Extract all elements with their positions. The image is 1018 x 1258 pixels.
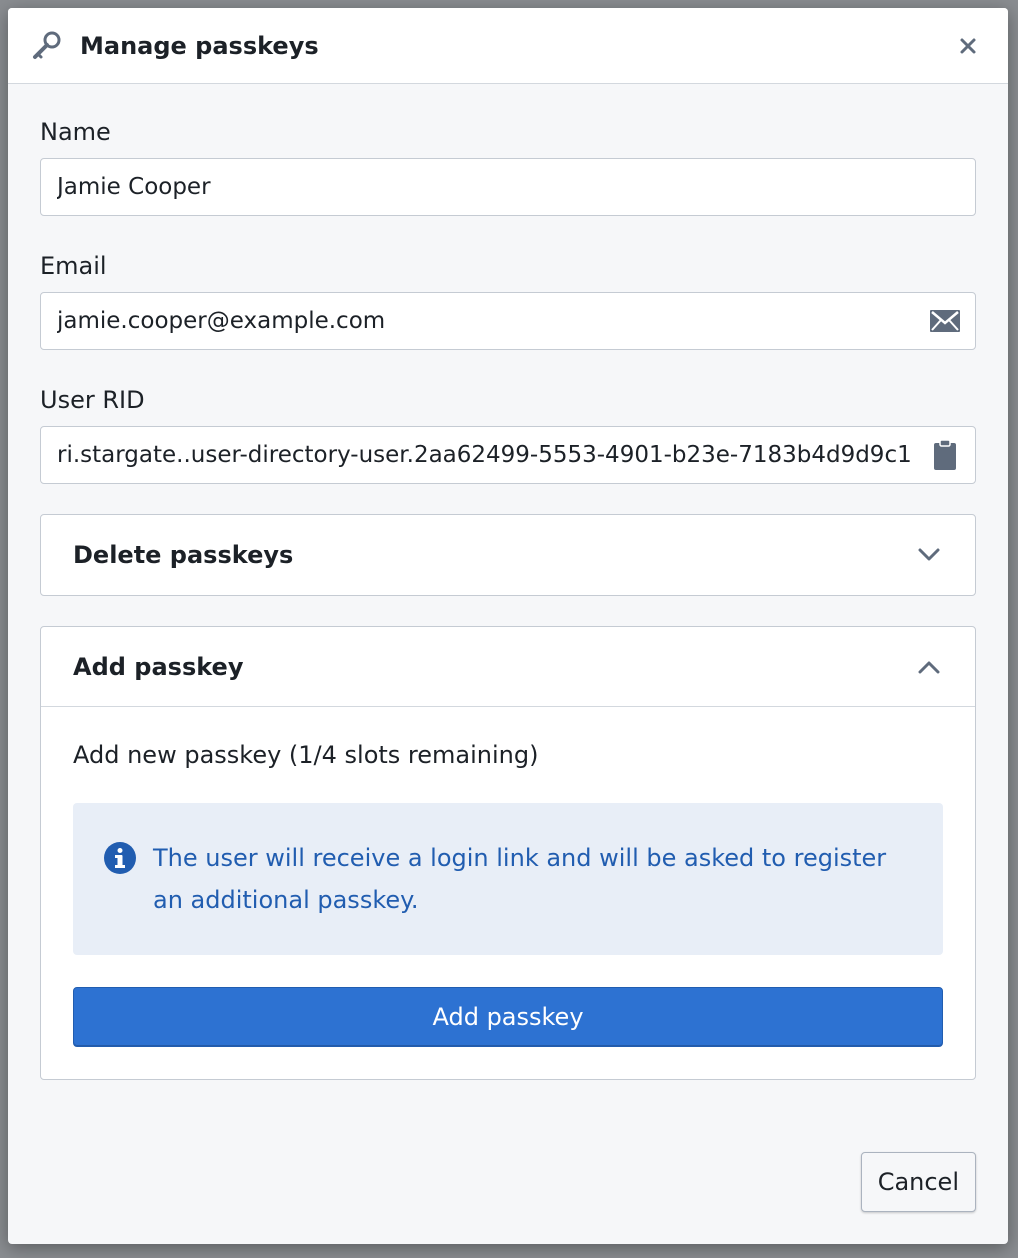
add-passkey-button[interactable]: Add passkey (73, 987, 943, 1047)
name-input[interactable] (41, 159, 975, 215)
close-icon (960, 38, 976, 53)
info-callout: The user will receive a login link and w… (73, 803, 943, 955)
delete-passkeys-title: Delete passkeys (73, 541, 294, 569)
clipboard-icon[interactable] (929, 439, 961, 471)
dialog-body: Name Email User RID (8, 118, 1008, 1080)
dialog-footer: Cancel (860, 1152, 976, 1212)
delete-passkeys-section: Delete passkeys (40, 514, 976, 596)
name-field-wrapper (40, 158, 976, 216)
delete-passkeys-header[interactable]: Delete passkeys (41, 515, 975, 595)
dialog-header: Manage passkeys (8, 8, 1008, 84)
key-icon (30, 29, 64, 63)
user-rid-field-wrapper (40, 426, 976, 484)
cancel-button[interactable]: Cancel (860, 1152, 976, 1212)
chevron-up-icon (915, 653, 943, 681)
name-label: Name (40, 118, 111, 146)
add-passkey-header[interactable]: Add passkey (41, 627, 975, 707)
email-label: Email (40, 252, 107, 280)
add-passkey-content: Add new passkey (1/4 slots remaining) Th… (41, 707, 975, 1079)
info-icon (103, 841, 137, 875)
email-field-wrapper (40, 292, 976, 350)
add-passkey-section: Add passkey Add new passkey (1/4 slots r… (40, 626, 976, 1080)
chevron-down-icon (915, 541, 943, 569)
add-passkey-title: Add passkey (73, 652, 244, 681)
envelope-icon (929, 305, 961, 337)
email-input[interactable] (41, 293, 929, 349)
slots-remaining-text: Add new passkey (1/4 slots remaining) (73, 741, 539, 769)
close-button[interactable] (950, 28, 986, 64)
dialog-title: Manage passkeys (80, 31, 319, 60)
callout-message: The user will receive a login link and w… (153, 844, 887, 914)
manage-passkeys-dialog: Manage passkeys Name Email (8, 8, 1008, 1244)
user-rid-label: User RID (40, 386, 145, 414)
user-rid-input[interactable] (41, 427, 929, 483)
